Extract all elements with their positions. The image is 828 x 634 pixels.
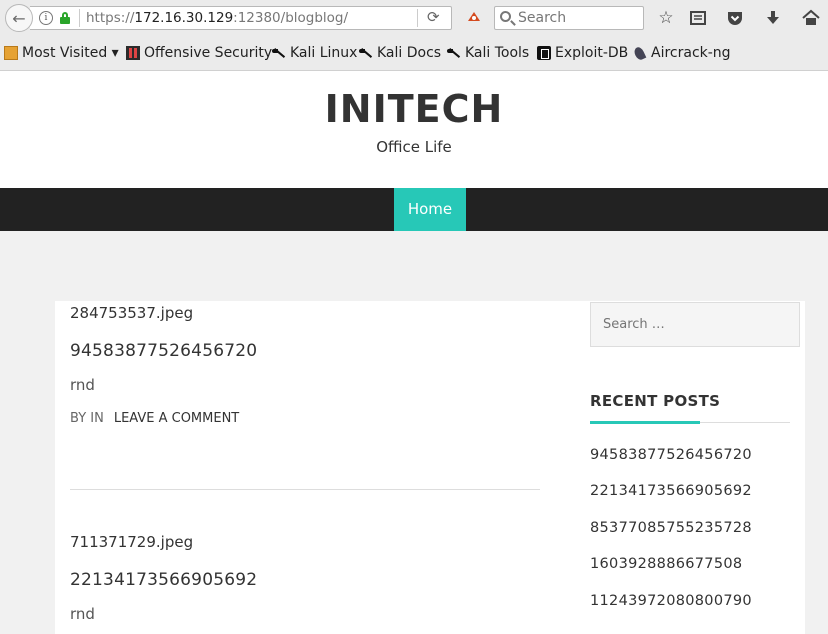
bookmark-kali-tools[interactable]: Kali Tools [447,45,529,61]
bookmark-label: Exploit-DB [555,45,629,61]
download-icon[interactable] [763,8,783,28]
sidebar-search-box[interactable] [590,302,800,347]
recent-post-link[interactable]: 1603928886677508 [590,556,742,572]
browser-search-placeholder: Search [518,10,567,26]
recent-posts-heading: RECENT POSTS [590,392,721,410]
post-entry: 284753537.jpeg 94583877526456720 rnd BY … [70,304,540,426]
bookmarks-bar: Most Visited ▾ Offensive Security Kali L… [0,37,828,71]
post-excerpt: rnd [70,605,95,623]
bookmark-offensive-security[interactable]: Offensive Security [126,45,272,61]
content-area: 284753537.jpeg 94583877526456720 rnd BY … [55,301,805,634]
leave-comment-link[interactable]: LEAVE A COMMENT [114,411,239,426]
bookmark-label: Kali Tools [465,45,530,61]
bookmark-label: Aircrack-ng [651,45,731,61]
search-icon [500,11,511,22]
url-path: :12380/blogblog/ [233,10,349,26]
web-page: INITECH Office Life Home 284753537.jpeg … [0,71,828,634]
kali-icon [359,46,373,60]
site-description: Office Life [376,138,452,156]
url-scheme: https:// [86,10,135,26]
exploitdb-icon [537,46,551,60]
bookmark-most-visited[interactable]: Most Visited ▾ [4,45,119,61]
post-excerpt: rnd [70,376,95,394]
url-divider-right [417,9,418,27]
bookmark-label: Offensive Security [144,45,273,61]
recent-post-link[interactable]: 22134173566905692 [590,483,752,499]
post-entry: 711371729.jpeg 22134173566905692 rnd [70,533,540,623]
bookmark-kali-linux[interactable]: Kali Linux [272,45,357,61]
folder-icon [4,46,18,60]
post-separator [70,489,540,490]
post-attachment-link[interactable]: 284753537.jpeg [70,304,540,322]
url-bar[interactable]: i https://172.16.30.129:12380/blogblog/ … [30,6,452,30]
recent-post-link[interactable]: 94583877526456720 [590,447,752,463]
lock-icon[interactable] [60,12,70,24]
reload-icon[interactable]: ⟳ [427,8,440,26]
back-arrow-icon: ← [12,8,26,28]
url-host: 172.16.30.129 [134,10,234,26]
heading-accent-bar [590,421,700,424]
bookmark-label: Kali Linux [290,45,358,61]
pocket-icon[interactable] [725,8,745,28]
url-text[interactable]: https://172.16.30.129:12380/blogblog/ [86,10,348,26]
kali-icon [272,46,286,60]
aircrack-icon [633,46,647,60]
kali-icon [447,46,461,60]
bookmark-label: Kali Docs [377,45,442,61]
browser-toolbar: i https://172.16.30.129:12380/blogblog/ … [0,0,828,37]
back-button[interactable]: ← [5,4,33,32]
site-header: INITECH Office Life [0,71,828,188]
home-icon[interactable] [801,8,821,28]
post-title[interactable]: 22134173566905692 [70,570,540,590]
reading-list-icon[interactable] [688,8,708,28]
bookmark-star-icon[interactable]: ☆ [656,8,676,28]
offsec-icon [126,46,140,60]
bookmark-aircrack-ng[interactable]: Aircrack-ng [633,45,731,61]
recent-post-link[interactable]: 11243972080800790 [590,593,752,609]
recent-post-link[interactable]: 85377085755235728 [590,520,752,536]
post-meta: BY IN LEAVE A COMMENT [70,411,540,426]
main-navigation: Home [0,188,828,231]
bookmark-kali-docs[interactable]: Kali Docs [359,45,441,61]
info-icon[interactable]: i [39,11,53,25]
site-title[interactable]: INITECH [0,87,828,131]
browser-search-bar[interactable]: Search [494,6,644,30]
bookmark-exploit-db[interactable]: Exploit-DB [537,45,628,61]
post-attachment-link[interactable]: 711371729.jpeg [70,533,540,551]
bookmark-label: Most Visited ▾ [22,45,119,61]
url-divider [79,9,80,27]
post-author-category: BY IN [70,411,104,426]
post-title[interactable]: 94583877526456720 [70,341,540,361]
nav-home-link[interactable]: Home [394,188,466,231]
sidebar-search-input[interactable] [591,303,799,346]
extension-icon[interactable] [466,9,482,25]
